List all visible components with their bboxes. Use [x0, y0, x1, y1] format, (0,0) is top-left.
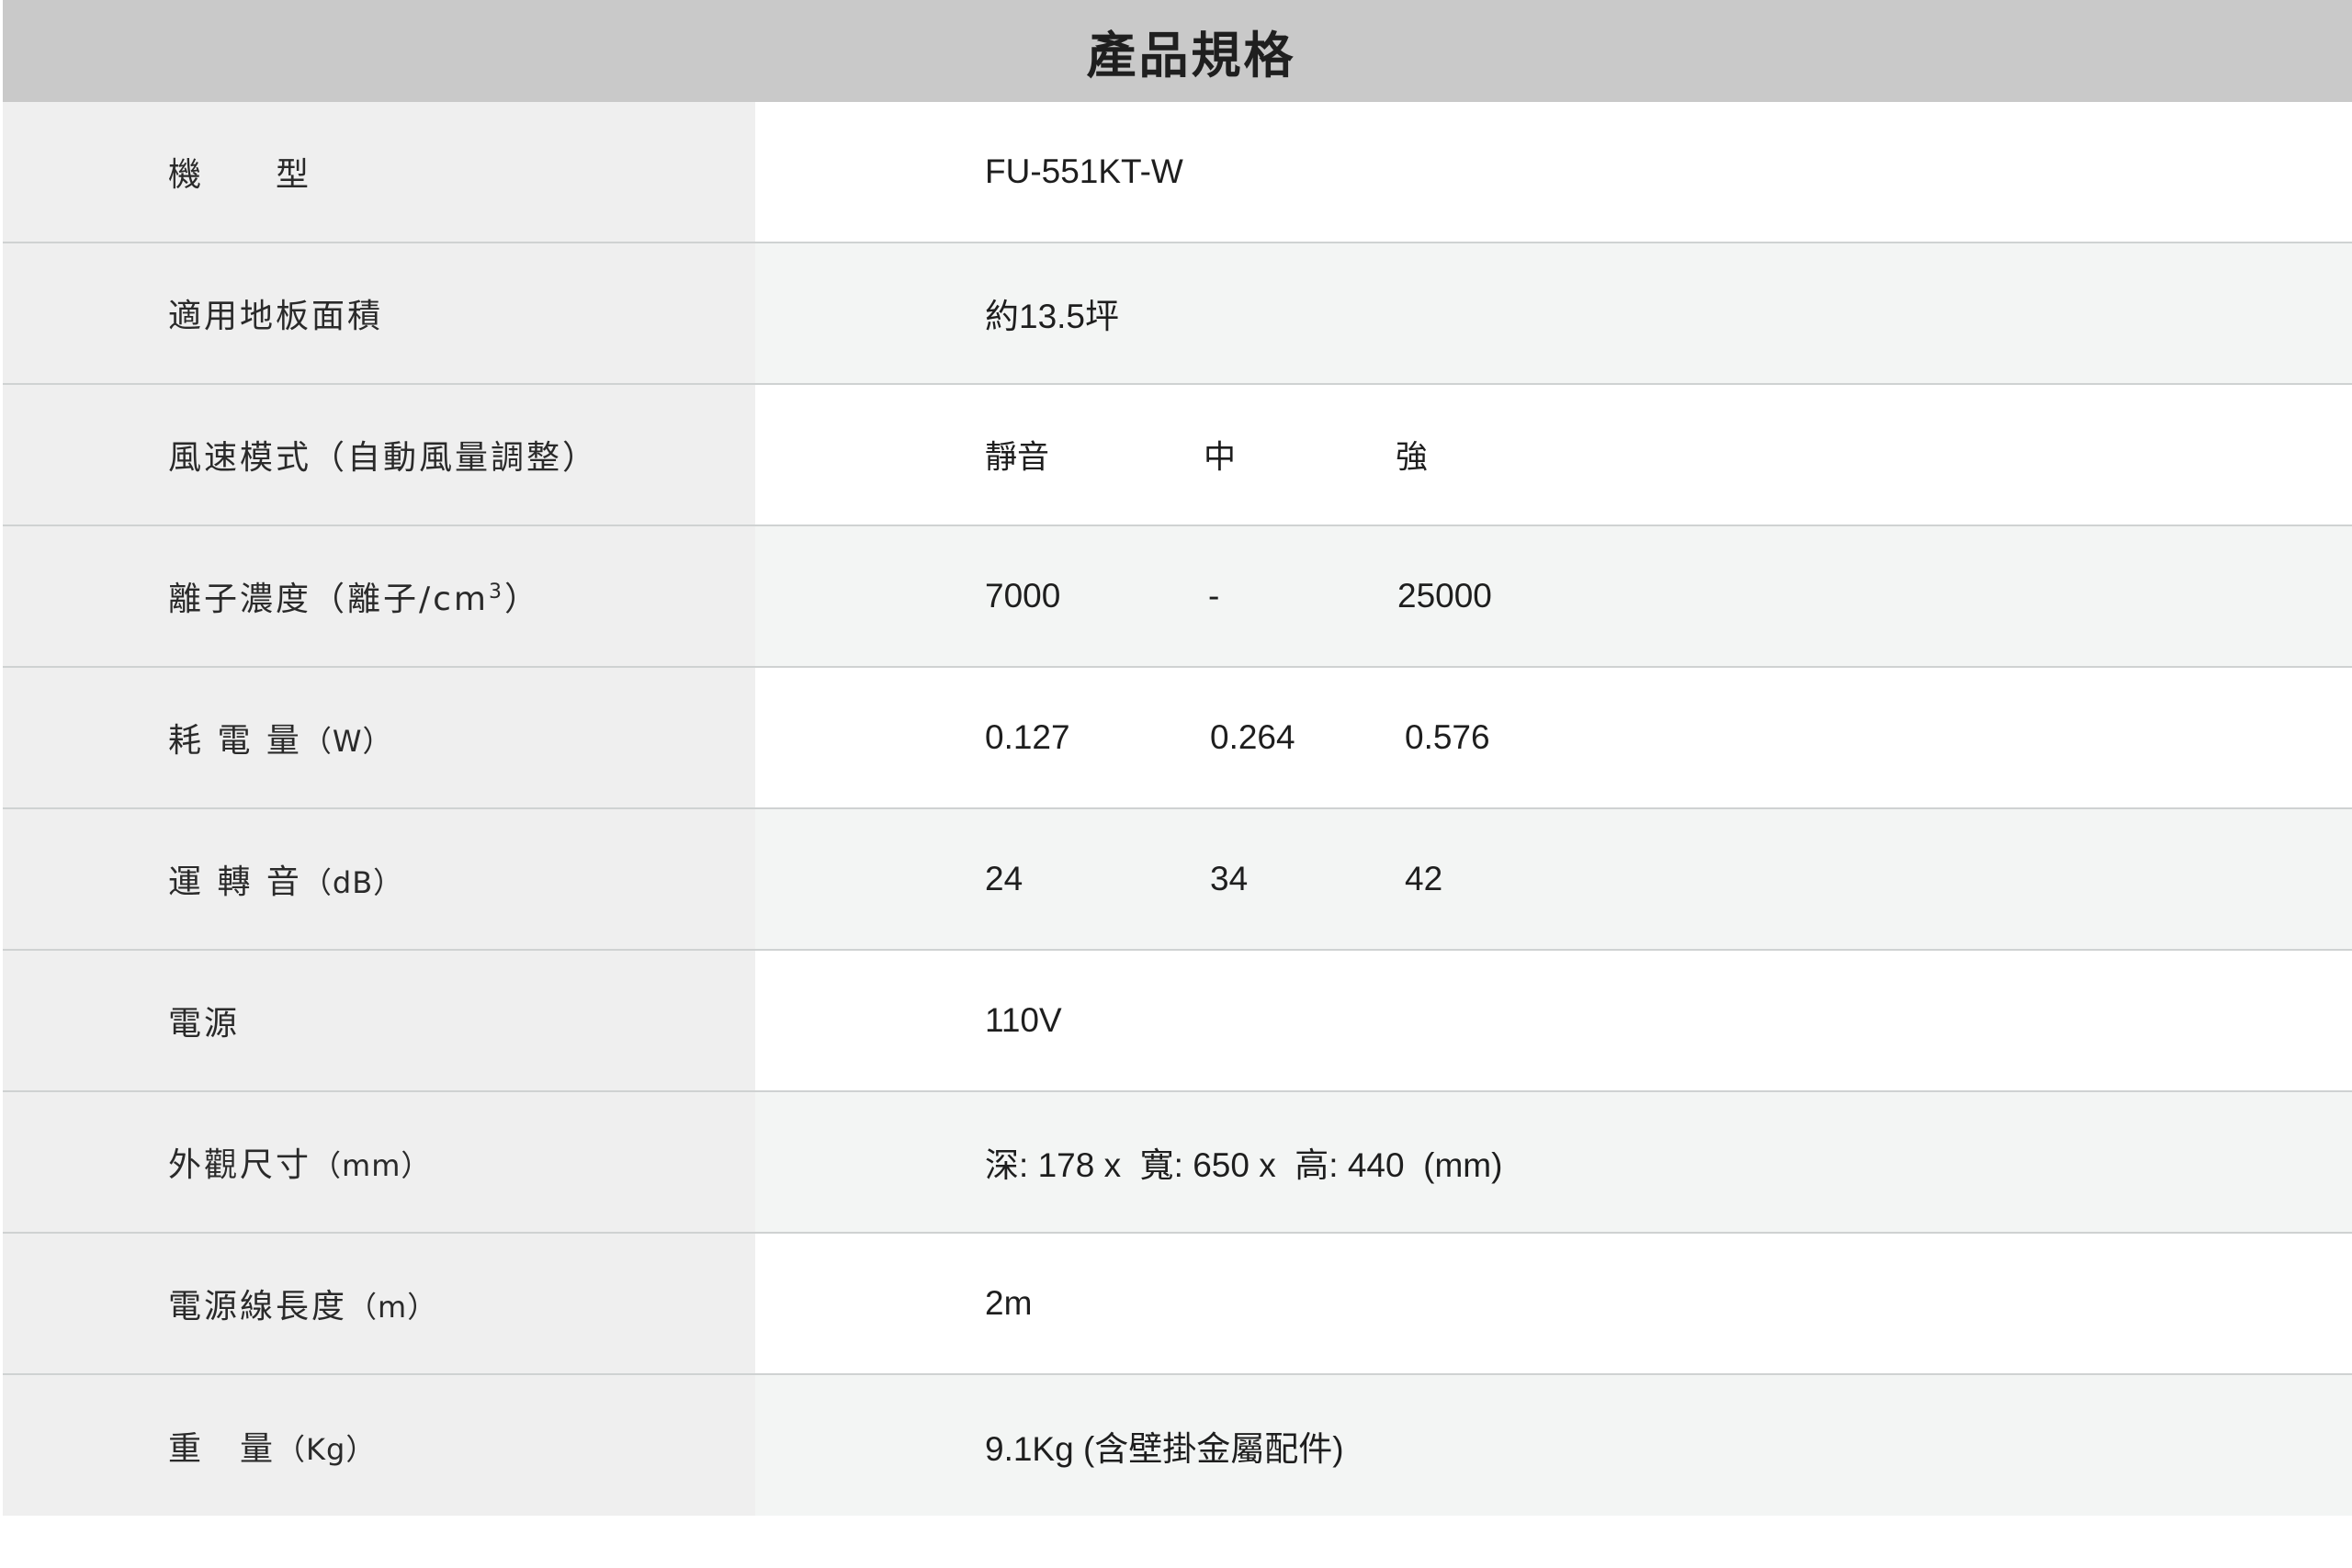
spec-label-weight: 重 量（Kg）: [168, 1422, 376, 1470]
width-label: 寬:: [1139, 1146, 1183, 1184]
fan-mode-strong: 強: [1396, 439, 1429, 477]
spec-row-power: 耗 電 量（W） 0.127 0.264 0.576: [3, 668, 2352, 809]
ion-value-quiet: 7000: [985, 577, 1061, 615]
floor-area-number: 13.5: [1019, 298, 1086, 335]
spec-row-cord-length: 電源線長度（m） 2m: [3, 1234, 2352, 1375]
spec-value-cell: 2m: [755, 1234, 2352, 1373]
height-value: 440: [1347, 1146, 1405, 1184]
ion-label-close: ）: [504, 581, 541, 618]
power-value-medium: 0.264: [1210, 718, 1295, 756]
power-label-text: 耗 電 量: [168, 722, 302, 760]
spec-value-weight: 9.1Kg (含壁掛金屬配件): [985, 1421, 1344, 1471]
spec-label-floor-area: 適用地板面積: [168, 298, 384, 335]
spec-label-cell: 重 量（Kg）: [3, 1375, 755, 1516]
spec-value-floor-area: 約13.5坪: [985, 288, 1119, 338]
noise-value-medium: 34: [1210, 860, 1249, 897]
spec-label-power: 耗 電 量（W）: [168, 714, 393, 761]
spec-label-cell: 耗 電 量（W）: [3, 668, 755, 807]
page-title: 產品規格: [1086, 27, 1296, 85]
spec-row-fan-mode: 風速模式（自動風量調整） 靜音 中 強: [3, 385, 2352, 526]
weight-note: (含壁掛金屬配件): [1082, 1429, 1344, 1468]
cord-label-unit: （m）: [347, 1290, 438, 1325]
spec-row-ion: 離子濃度（離子/cm3） 7000 - 25000: [3, 526, 2352, 668]
spec-label-cell: 風速模式（自動風量調整）: [3, 385, 755, 525]
width-value: 650 x: [1193, 1146, 1276, 1184]
spec-value-cell: 9.1Kg (含壁掛金屬配件): [755, 1375, 2352, 1516]
ion-label-text: 離子濃度（離子/cm: [168, 581, 489, 618]
spec-value-cell: 深: 178 x 寬: 650 x 高: 440 (mm): [755, 1092, 2352, 1232]
spec-label-cell: 運 轉 音（dB）: [3, 809, 755, 949]
spec-sheet: 產品規格 機 型 FU-551KT-W 適用地板面積 約13.5坪 風速模式（自…: [0, 0, 2352, 1520]
noise-label-unit: （dB）: [301, 865, 404, 900]
spec-label-cell: 外觀尺寸（mm）: [3, 1092, 755, 1232]
spec-label-fan-mode: 風速模式（自動風量調整）: [168, 439, 599, 477]
spec-label-cord-length: 電源線長度（m）: [168, 1280, 437, 1327]
spec-value-cell: 靜音 中 強: [755, 385, 2352, 525]
ion-value-medium: -: [1208, 577, 1220, 615]
weight-value: 9.1Kg: [985, 1429, 1074, 1468]
spec-label-model: 機 型: [168, 156, 312, 194]
spec-row-model: 機 型 FU-551KT-W: [3, 102, 2352, 243]
spec-table: 機 型 FU-551KT-W 適用地板面積 約13.5坪 風速模式（自動風量調整…: [3, 102, 2352, 1516]
noise-value-quiet: 24: [985, 860, 1023, 897]
weight-label-unit: （Kg）: [276, 1431, 377, 1467]
spec-label-cell: 適用地板面積: [3, 243, 755, 383]
power-value-quiet: 0.127: [985, 718, 1070, 756]
spec-value-cell: 24 34 42: [755, 809, 2352, 949]
spec-row-power-source: 電源 110V: [3, 951, 2352, 1092]
weight-label-text: 重 量: [168, 1429, 277, 1468]
spec-value-cell: 約13.5坪: [755, 243, 2352, 383]
fan-mode-medium: 中: [1204, 439, 1237, 477]
spec-label-dimensions: 外觀尺寸（mm）: [168, 1138, 431, 1186]
noise-value-strong: 42: [1405, 860, 1443, 897]
spec-row-weight: 重 量（Kg） 9.1Kg (含壁掛金屬配件): [3, 1375, 2352, 1516]
spec-value-power-source: 110V: [985, 1001, 1062, 1039]
depth-value: 178 x: [1037, 1146, 1122, 1184]
power-label-unit: （W）: [301, 724, 393, 759]
dimensions-unit: (mm): [1423, 1146, 1503, 1184]
spec-value-cell: 0.127 0.264 0.576: [755, 668, 2352, 807]
ion-label-sup: 3: [489, 581, 504, 604]
spec-value-model: FU-551KT-W: [985, 152, 1183, 190]
spec-label-ion: 離子濃度（離子/cm3）: [168, 572, 540, 620]
cord-label-text: 電源線長度: [168, 1288, 348, 1325]
floor-area-prefix: 約: [985, 298, 1019, 335]
height-label: 高:: [1295, 1146, 1339, 1184]
spec-label-cell: 機 型: [3, 102, 755, 242]
spec-row-floor-area: 適用地板面積 約13.5坪: [3, 243, 2352, 385]
fan-mode-quiet: 靜音: [985, 439, 1050, 477]
power-value-strong: 0.576: [1405, 718, 1490, 756]
depth-label: 深:: [985, 1146, 1029, 1184]
spec-label-power-source: 電源: [168, 1005, 241, 1043]
floor-area-suffix: 坪: [1085, 298, 1120, 335]
dimensions-label-text: 外觀尺寸: [168, 1146, 312, 1184]
spec-row-dimensions: 外觀尺寸（mm） 深: 178 x 寬: 650 x 高: 440 (mm): [3, 1092, 2352, 1234]
spec-value-cell: FU-551KT-W: [755, 102, 2352, 242]
spec-label-cell: 離子濃度（離子/cm3）: [3, 526, 755, 666]
spec-label-cell: 電源: [3, 951, 755, 1090]
dimensions-label-unit: （mm）: [311, 1148, 432, 1183]
spec-value-cell: 7000 - 25000: [755, 526, 2352, 666]
noise-label-text: 運 轉 音: [168, 863, 302, 901]
spec-label-cell: 電源線長度（m）: [3, 1234, 755, 1373]
spec-header: 產品規格: [3, 0, 2352, 102]
ion-value-strong: 25000: [1397, 577, 1492, 615]
spec-value-dimensions: 深: 178 x 寬: 650 x 高: 440 (mm): [985, 1137, 1502, 1187]
spec-label-noise: 運 轉 音（dB）: [168, 855, 403, 903]
spec-row-noise: 運 轉 音（dB） 24 34 42: [3, 809, 2352, 951]
spec-value-cell: 110V: [755, 951, 2352, 1090]
spec-value-cord-length: 2m: [985, 1284, 1033, 1322]
